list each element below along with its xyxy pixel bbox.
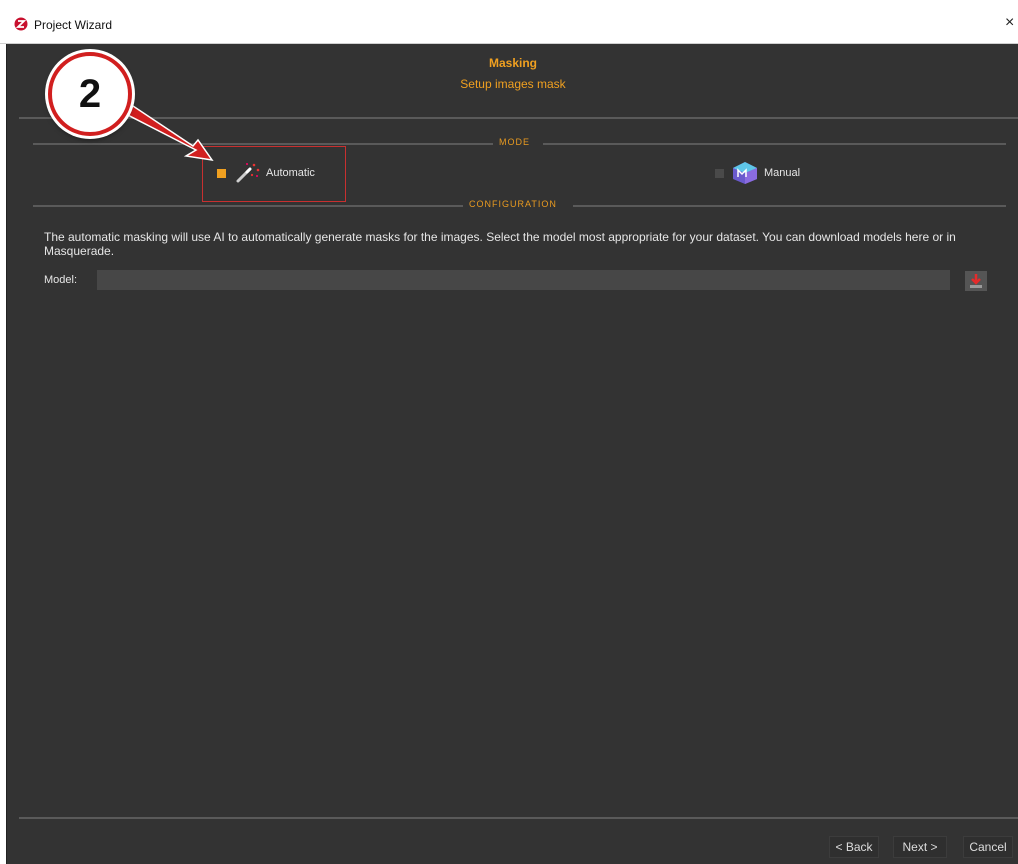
automatic-label: Automatic: [266, 167, 315, 179]
manual-cube-icon: [733, 162, 757, 184]
app-logo-icon: [14, 17, 28, 31]
next-button[interactable]: Next >: [893, 836, 947, 858]
mode-section-label: MODE: [493, 137, 536, 147]
configuration-section-label: CONFIGURATION: [463, 199, 563, 209]
magic-wand-icon: [236, 163, 260, 183]
configuration-section: CONFIGURATION: [7, 199, 1018, 213]
model-label: Model:: [44, 274, 78, 286]
cancel-button[interactable]: Cancel: [963, 836, 1013, 858]
mode-option-automatic[interactable]: Automatic: [217, 161, 315, 185]
download-model-button[interactable]: [965, 271, 987, 291]
page-title: Masking: [488, 56, 537, 70]
mode-option-manual[interactable]: Manual: [715, 161, 800, 185]
header-divider: [19, 117, 1018, 119]
automatic-radio[interactable]: [217, 168, 226, 178]
manual-label: Manual: [764, 167, 801, 179]
footer-divider: [19, 817, 1018, 819]
back-button[interactable]: < Back: [829, 836, 879, 858]
download-icon: [970, 274, 982, 288]
config-divider-right: [573, 205, 1006, 207]
manual-radio[interactable]: [715, 168, 724, 178]
window-title: Project Wizard: [34, 18, 113, 32]
close-icon[interactable]: ×: [1005, 14, 1014, 32]
mode-divider-left: [33, 143, 503, 145]
mode-section: MODE: [7, 137, 1018, 151]
window-titlebar: Project Wizard ×: [0, 0, 1018, 44]
step-number-badge: 2: [48, 52, 132, 136]
page-subtitle: Setup images mask: [460, 77, 566, 91]
wizard-dialog: Masking Setup images mask MODE Automatic: [6, 44, 1018, 864]
mode-divider-right: [543, 143, 1006, 145]
configuration-description: The automatic masking will use AI to aut…: [44, 230, 956, 258]
config-divider-left: [33, 205, 465, 207]
model-select[interactable]: [97, 270, 950, 290]
